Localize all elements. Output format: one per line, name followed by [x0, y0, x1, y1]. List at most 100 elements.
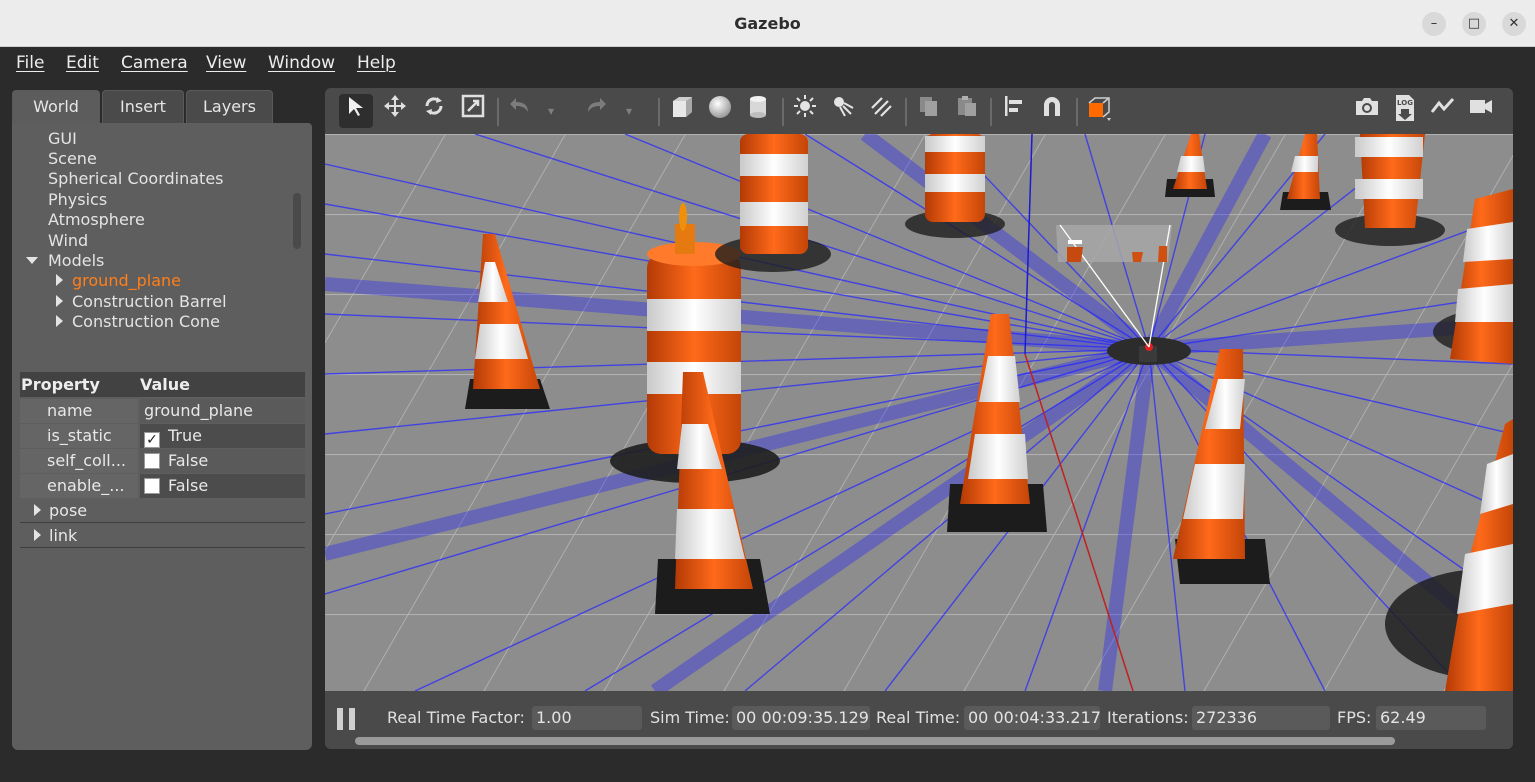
log-icon[interactable]: LOG — [1388, 94, 1422, 128]
sim-time-value: 00 00:09:35.129 — [732, 706, 870, 730]
expand-right-icon — [56, 315, 63, 327]
status-bar: Real Time Factor: 1.00 Sim Time: 00 00:0… — [325, 691, 1513, 749]
menu-bar: File Edit Camera View Window Help — [0, 47, 1535, 80]
checkbox-label: True — [168, 426, 202, 445]
toolbar-separator — [905, 98, 907, 126]
property-value: ✓ True — [140, 424, 305, 448]
property-row-is-static: is_static ✓ True — [20, 424, 305, 448]
close-button[interactable]: ✕ — [1502, 12, 1526, 36]
expand-down-icon — [26, 257, 38, 264]
point-light-icon[interactable] — [788, 94, 822, 128]
screenshot-icon[interactable] — [1350, 94, 1384, 128]
box-icon[interactable] — [665, 94, 699, 128]
tab-world[interactable]: World — [12, 90, 100, 123]
iterations-value: 272336 — [1192, 706, 1330, 730]
real-time-factor-label: Real Time Factor: — [387, 708, 525, 727]
select-arrow-icon[interactable] — [339, 94, 373, 128]
expand-right-icon — [56, 274, 63, 286]
toolbar-separator — [497, 98, 499, 126]
scene-render[interactable] — [325, 134, 1513, 691]
tree-item-construction-barrel-label: Construction Barrel — [72, 292, 227, 311]
minimize-button[interactable]: – — [1422, 12, 1446, 36]
checkbox-unchecked[interactable] — [144, 478, 160, 494]
checkbox-label: False — [168, 451, 209, 470]
undo-dropdown-icon[interactable]: ▾ — [541, 94, 561, 128]
tree-item-ground-plane-label: ground_plane — [72, 271, 181, 290]
menu-camera[interactable]: Camera — [121, 53, 188, 73]
tab-insert[interactable]: Insert — [102, 90, 184, 123]
horizontal-scrollbar[interactable] — [355, 737, 1395, 745]
tree-item-gui[interactable]: GUI — [48, 129, 77, 148]
video-record-icon[interactable] — [1464, 94, 1498, 128]
expander-link-label: link — [49, 526, 78, 545]
property-header: Property — [21, 375, 100, 394]
spot-light-icon[interactable] — [826, 94, 860, 128]
world-panel: GUI Scene Spherical Coordinates Physics … — [12, 123, 312, 750]
menu-window[interactable]: Window — [268, 53, 335, 73]
toolbar-separator — [990, 98, 992, 126]
expand-right-icon — [34, 529, 41, 541]
tree-item-atmosphere[interactable]: Atmosphere — [48, 210, 145, 229]
property-value: False — [140, 474, 305, 498]
property-key: self_coll... — [20, 449, 138, 473]
checkbox-checked[interactable]: ✓ — [144, 432, 160, 448]
menu-help[interactable]: Help — [357, 53, 396, 73]
property-key: is_static — [20, 424, 138, 448]
scale-icon[interactable] — [456, 94, 490, 128]
property-row-enable-wind: enable_... False — [20, 474, 305, 498]
tree-item-models-label: Models — [48, 251, 105, 270]
tree-item-construction-cone-label: Construction Cone — [72, 312, 220, 331]
view-angle-icon[interactable] — [1082, 94, 1116, 128]
undo-icon[interactable] — [503, 94, 537, 128]
menu-view[interactable]: View — [206, 53, 246, 73]
maximize-button[interactable]: □ — [1462, 12, 1486, 36]
tree-item-ground-plane[interactable]: ground_plane — [56, 271, 181, 290]
checkbox-unchecked[interactable] — [144, 453, 160, 469]
tree-item-models[interactable]: Models — [26, 251, 104, 270]
redo-icon[interactable] — [579, 94, 613, 128]
expand-right-icon — [34, 504, 41, 516]
window-title: Gazebo — [734, 14, 801, 33]
copy-icon[interactable] — [912, 94, 946, 128]
menu-edit[interactable]: Edit — [66, 53, 99, 73]
toolbar-separator — [1076, 98, 1078, 126]
translate-icon[interactable] — [378, 94, 412, 128]
redo-dropdown-icon[interactable]: ▾ — [619, 94, 639, 128]
cylinder-icon[interactable] — [741, 94, 775, 128]
left-panel: World Insert Layers GUI Scene Spherical … — [12, 88, 312, 750]
property-key: enable_... — [20, 474, 138, 498]
title-bar: Gazebo – □ ✕ — [0, 0, 1535, 47]
paste-icon[interactable] — [950, 94, 984, 128]
tree-item-construction-barrel[interactable]: Construction Barrel — [56, 292, 227, 311]
fps-value: 62.49 — [1376, 706, 1486, 730]
snap-icon[interactable] — [1035, 94, 1069, 128]
log-text: LOG — [1397, 99, 1413, 107]
tree-item-wind[interactable]: Wind — [48, 231, 88, 250]
sphere-icon[interactable] — [703, 94, 737, 128]
menu-file[interactable]: File — [16, 53, 44, 73]
tree-item-scene[interactable]: Scene — [48, 149, 97, 168]
scene-viewport[interactable] — [325, 134, 1513, 691]
directional-light-icon[interactable] — [864, 94, 898, 128]
expander-link[interactable]: link — [20, 524, 305, 548]
pause-icon[interactable] — [337, 708, 357, 730]
left-tabs: World Insert Layers — [12, 90, 312, 123]
property-table-header: Property Value — [20, 372, 305, 397]
fps-label: FPS: — [1337, 708, 1372, 727]
value-header: Value — [140, 375, 191, 394]
toolbar-separator — [782, 98, 784, 126]
render-panel: ▾ ▾ LOG Real Time Factor: 1.00 Sim Time:… — [325, 88, 1513, 749]
property-value[interactable]: ground_plane — [140, 399, 305, 423]
rotate-icon[interactable] — [417, 94, 451, 128]
toolbar: ▾ ▾ LOG — [325, 88, 1513, 134]
tree-item-physics[interactable]: Physics — [48, 190, 107, 209]
tree-scrollbar[interactable] — [293, 193, 301, 249]
align-icon[interactable] — [997, 94, 1031, 128]
tree-item-spherical-coordinates[interactable]: Spherical Coordinates — [48, 169, 224, 188]
expander-pose-label: pose — [49, 501, 88, 520]
tab-layers[interactable]: Layers — [186, 90, 273, 123]
plot-icon[interactable] — [1426, 94, 1460, 128]
expander-pose[interactable]: pose — [20, 499, 305, 523]
checkbox-label: False — [168, 476, 209, 495]
tree-item-construction-cone[interactable]: Construction Cone — [56, 312, 220, 331]
